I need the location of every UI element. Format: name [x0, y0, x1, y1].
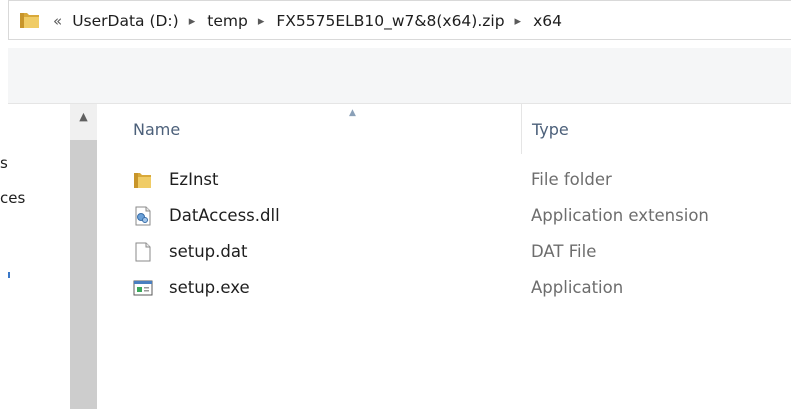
breadcrumb-overflow-button[interactable]: « [53, 12, 62, 30]
column-header-name-label: Name [133, 119, 181, 139]
breadcrumb-zip[interactable]: FX5575ELB10_w7&8(x64).zip [276, 12, 504, 30]
file-row[interactable]: DatAccess.dll Application extension [97, 199, 791, 233]
breadcrumb: « UserData (D:) ▸ temp ▸ FX5575ELB10_w7&… [53, 1, 562, 41]
column-header-name[interactable]: ▲ Name [133, 104, 523, 154]
nav-item[interactable]: ces [0, 189, 25, 207]
file-row[interactable]: setup.exe Application [97, 271, 791, 305]
file-type: DAT File [531, 242, 597, 261]
scroll-up-button[interactable]: ▲ [70, 110, 97, 132]
breadcrumb-temp[interactable]: temp [207, 12, 248, 30]
folder-icon [19, 10, 41, 34]
navigation-pane: s ces [0, 104, 70, 409]
address-bar[interactable]: « UserData (D:) ▸ temp ▸ FX5575ELB10_w7&… [8, 0, 791, 40]
sort-ascending-icon: ▲ [349, 108, 356, 118]
folder-icon [133, 170, 153, 190]
chevron-right-icon[interactable]: ▸ [515, 14, 522, 29]
file-row[interactable]: EzInst File folder [97, 163, 791, 197]
nav-item-marker [8, 272, 10, 278]
nav-scrollbar[interactable]: ▲ [70, 104, 97, 409]
breadcrumb-userdata[interactable]: UserData (D:) [72, 12, 179, 30]
file-list: ▲ Name Type EzInst File folder DatAccess… [97, 104, 791, 409]
application-exe-icon [133, 278, 153, 298]
chevron-right-icon[interactable]: ▸ [258, 14, 265, 29]
nav-item[interactable]: s [0, 154, 8, 172]
file-type: File folder [531, 170, 612, 189]
file-row[interactable]: setup.dat DAT File [97, 235, 791, 269]
file-name: DatAccess.dll [169, 206, 280, 225]
file-name: EzInst [169, 170, 219, 189]
file-name: setup.dat [169, 242, 248, 261]
scroll-thumb[interactable] [70, 140, 97, 409]
chevron-right-icon[interactable]: ▸ [189, 14, 196, 29]
column-header-type-label: Type [532, 119, 569, 139]
dll-file-icon [133, 206, 153, 226]
command-bar [8, 48, 791, 104]
column-header-type[interactable]: Type [521, 104, 791, 154]
file-name: setup.exe [169, 278, 250, 297]
file-type: Application extension [531, 206, 709, 225]
file-type: Application [531, 278, 624, 297]
breadcrumb-x64[interactable]: x64 [533, 12, 562, 30]
blank-file-icon [133, 242, 153, 262]
